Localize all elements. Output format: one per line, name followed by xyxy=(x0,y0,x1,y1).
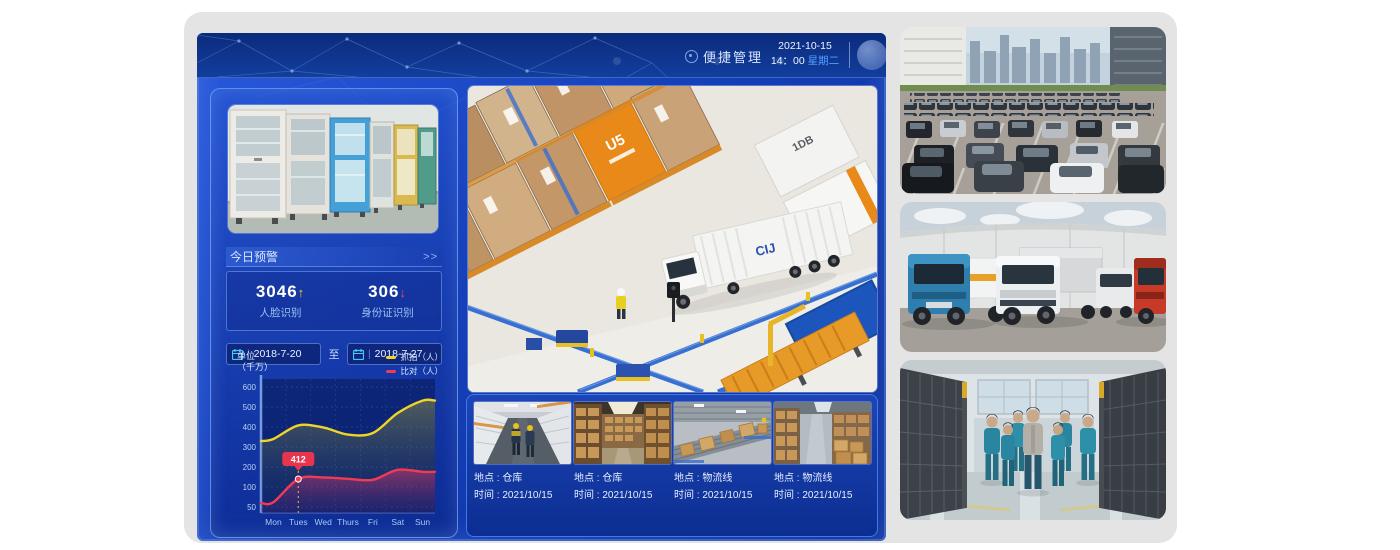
stat-value: 306 xyxy=(368,282,399,301)
svg-text:600: 600 xyxy=(243,383,257,392)
legend-dash-yellow xyxy=(386,356,396,359)
app-title-text: 便捷管理 xyxy=(703,47,763,66)
warehouse-live-view[interactable]: U5 xyxy=(468,86,877,392)
legend-dash-red xyxy=(386,370,396,373)
svg-text:400: 400 xyxy=(243,423,257,432)
chart-unit-label: 单位 （千万） xyxy=(237,351,273,373)
svg-text:Mon: Mon xyxy=(265,517,282,527)
svg-text:200: 200 xyxy=(243,463,257,472)
storage-cabinets-photo xyxy=(228,105,438,233)
today-alerts-header: 今日预警 >> xyxy=(226,247,442,267)
app-logo-icon xyxy=(685,50,698,63)
parking-lot-photo xyxy=(900,27,1166,194)
monitor-thumb-warehouse-3[interactable] xyxy=(774,402,871,464)
stat-label: 身份证识别 xyxy=(361,305,414,320)
up-arrow-icon: ↑ xyxy=(298,285,306,300)
svg-text:Tues: Tues xyxy=(289,517,308,527)
chart-legend: 抓拍（人） 比对（人） xyxy=(386,351,443,377)
svg-text:50: 50 xyxy=(247,503,256,512)
svg-text:300: 300 xyxy=(243,443,257,452)
monitor-thumb-conveyor[interactable] xyxy=(674,402,771,464)
monitor-caption: 地点 : 仓库时间 : 2021/10/15 xyxy=(474,470,571,504)
stat-id-recognition: 306↓ 身份证识别 xyxy=(334,272,441,330)
date-text: 2021-10-15 xyxy=(763,39,847,54)
left-stats-panel: 今日预警 >> 3046↑ 人脸识别 306↓ 身份证识别 xyxy=(210,88,458,538)
svg-text:412: 412 xyxy=(291,455,306,465)
monitor-feeds-panel: 地点 : 仓库时间 : 2021/10/15 地点 : 仓库时间 : 2021/… xyxy=(466,394,878,537)
trend-chart: 单位 （千万） 抓拍（人） 比对（人） 50 100 200 300 400 500 600… xyxy=(223,351,445,531)
alerts-more-button[interactable]: >> xyxy=(423,251,438,263)
time-text: 14：00 xyxy=(771,55,805,67)
down-arrow-icon: ↓ xyxy=(399,285,407,300)
dashboard-topbar: 便捷管理 2021-10-15 14：00 星期二 xyxy=(197,33,886,78)
screen: 便捷管理 2021-10-15 14：00 星期二 xyxy=(0,0,1400,550)
svg-text:Fri: Fri xyxy=(368,517,378,527)
svg-text:Wed: Wed xyxy=(314,517,332,527)
workers-photo xyxy=(900,360,1166,520)
legend-capture: 抓拍（人） xyxy=(386,351,443,363)
svg-text:100: 100 xyxy=(243,483,257,492)
svg-text:Sat: Sat xyxy=(391,517,404,527)
svg-text:Sun: Sun xyxy=(415,517,430,527)
monitor-caption: 地点 : 物流线时间 : 2021/10/15 xyxy=(774,470,871,504)
trucks-photo xyxy=(900,202,1166,352)
monitor-thumb-warehouse-1[interactable] xyxy=(474,402,571,464)
chart-canvas: 50 100 200 300 400 500 600 Mon Tues Wed Thurs Fri Sa… xyxy=(223,351,445,531)
legend-compare: 比对（人） xyxy=(386,365,443,377)
monitor-thumb-warehouse-2[interactable] xyxy=(574,402,671,464)
svg-text:500: 500 xyxy=(243,403,257,412)
dashboard-window: 便捷管理 2021-10-15 14：00 星期二 xyxy=(197,33,886,541)
datetime-display: 2021-10-15 14：00 星期二 xyxy=(763,39,847,69)
app-title: 便捷管理 xyxy=(685,47,763,66)
today-alerts-title: 今日预警 xyxy=(230,248,278,265)
weekday-text: 星期二 xyxy=(808,55,840,67)
monitor-caption: 地点 : 物流线时间 : 2021/10/15 xyxy=(674,470,771,504)
svg-text:Thurs: Thurs xyxy=(337,517,359,527)
topbar-divider xyxy=(849,42,850,68)
alerts-stats-box: 3046↑ 人脸识别 306↓ 身份证识别 xyxy=(226,271,442,331)
stat-face-recognition: 3046↑ 人脸识别 xyxy=(227,272,334,330)
stat-value: 3046 xyxy=(256,282,298,301)
stat-label: 人脸识别 xyxy=(260,305,302,320)
monitor-caption: 地点 : 仓库时间 : 2021/10/15 xyxy=(574,470,671,504)
user-avatar[interactable] xyxy=(857,40,886,70)
